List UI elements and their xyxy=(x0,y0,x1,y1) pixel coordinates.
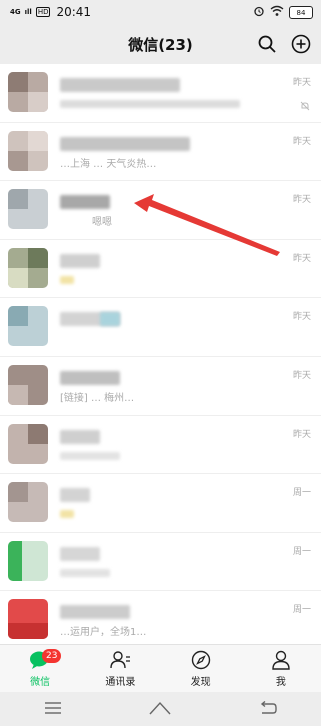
tab-label: 发现 xyxy=(190,677,211,688)
tab-contacts[interactable]: 通讯录 xyxy=(80,645,160,693)
chat-time: 昨天 xyxy=(292,370,311,381)
mute-bell-icon xyxy=(300,96,310,115)
status-bar: 4G ıll HD 20:41 84 xyxy=(0,0,321,24)
contact-name-redacted xyxy=(60,136,190,151)
unread-badge: 23 xyxy=(42,649,62,663)
system-nav-bar xyxy=(0,692,321,726)
avatar xyxy=(8,72,48,112)
person-icon xyxy=(272,650,290,670)
chat-row[interactable]: 昨天 xyxy=(0,416,321,475)
wifi-icon xyxy=(270,5,284,20)
avatar xyxy=(8,306,48,347)
home-icon[interactable] xyxy=(149,700,172,719)
page-title: 微信(23) xyxy=(128,35,193,54)
message-redacted xyxy=(60,568,110,577)
contact-name-redacted xyxy=(60,605,130,620)
tab-label: 通讯录 xyxy=(105,677,136,688)
contact-name-redacted xyxy=(60,488,90,503)
chat-row[interactable]: 周一 xyxy=(0,474,321,533)
avatar xyxy=(8,130,48,171)
contact-name-redacted xyxy=(60,78,180,92)
menu-icon[interactable] xyxy=(44,700,62,719)
chat-row[interactable]: [链接] … 梅州… 昨天 xyxy=(0,357,321,416)
chat-preview: …运用户，全场1… xyxy=(60,627,147,639)
chat-preview: 嗯嗯 xyxy=(92,217,112,229)
contacts-icon xyxy=(110,651,131,669)
chat-row[interactable]: 昨天 xyxy=(0,298,321,357)
tab-label: 我 xyxy=(275,677,286,688)
back-icon[interactable] xyxy=(259,700,277,719)
search-icon[interactable] xyxy=(257,34,277,58)
chat-time: 昨天 xyxy=(292,312,311,323)
chat-time: 周一 xyxy=(292,488,311,499)
chat-preview: …上海 … 天气炎热… xyxy=(60,158,157,170)
avatar xyxy=(8,189,48,230)
avatar xyxy=(8,599,48,640)
avatar xyxy=(8,482,48,523)
tab-label: 微信 xyxy=(30,677,51,688)
avatar xyxy=(8,540,48,581)
annotation-arrow xyxy=(134,194,280,256)
chat-row[interactable]: …运用户，全场1… 周一 xyxy=(0,591,321,644)
compass-icon xyxy=(191,650,210,670)
message-redacted xyxy=(60,100,240,108)
clock: 20:41 xyxy=(56,5,92,19)
contact-name-redacted xyxy=(60,370,120,385)
alarm-icon xyxy=(253,5,265,20)
chat-row[interactable]: 周一 xyxy=(0,533,321,592)
add-icon[interactable] xyxy=(291,34,311,58)
message-redacted xyxy=(60,510,74,519)
network-type: 4G xyxy=(10,7,21,16)
contact-name-redacted xyxy=(60,429,100,444)
chat-time: 昨天 xyxy=(292,136,311,147)
hd-badge: HD xyxy=(35,7,51,17)
contact-name-redacted xyxy=(100,312,120,327)
contact-name-redacted xyxy=(60,195,110,210)
chat-list: 昨天 …上海 … 天气炎热… 昨天 嗯嗯 昨天 昨天 昨天 [链接] … 梅州…… xyxy=(0,64,321,644)
avatar xyxy=(8,423,48,464)
bottom-tab-bar: 微信 23 通讯录 发现 我 xyxy=(0,644,321,693)
tab-me[interactable]: 我 xyxy=(241,645,321,693)
message-redacted xyxy=(60,451,120,460)
chat-time: 周一 xyxy=(292,605,311,616)
signal-icon: ıll xyxy=(24,7,32,16)
chat-time: 昨天 xyxy=(292,195,311,206)
chat-time: 昨天 xyxy=(292,429,311,440)
avatar xyxy=(8,247,48,288)
tab-discover[interactable]: 发现 xyxy=(161,645,241,693)
chat-time: 昨天 xyxy=(292,78,311,88)
message-redacted xyxy=(60,275,74,284)
contact-name-redacted xyxy=(60,253,100,268)
chat-preview: [链接] … 梅州… xyxy=(60,392,135,404)
chat-row[interactable]: 昨天 xyxy=(0,64,321,123)
avatar xyxy=(8,364,48,405)
tab-chats[interactable]: 微信 23 xyxy=(0,645,80,693)
chat-time: 昨天 xyxy=(292,253,311,264)
contact-name-redacted xyxy=(60,546,100,561)
chat-row[interactable]: …上海 … 天气炎热… 昨天 xyxy=(0,123,321,182)
app-header: 微信(23) xyxy=(0,24,321,64)
battery-icon: 84 xyxy=(289,6,313,19)
chat-time: 周一 xyxy=(292,546,311,557)
